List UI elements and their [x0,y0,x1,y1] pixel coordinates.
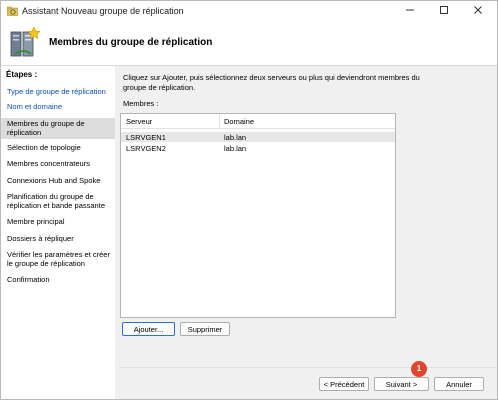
step-replication-type[interactable]: Type de groupe de réplication [7,87,113,96]
step-badge: 1 [411,361,427,377]
close-button[interactable] [461,1,495,21]
next-button[interactable]: Suivant > [374,377,429,391]
maximize-button[interactable] [427,1,461,21]
step-review: Vérifier les paramètres et créer le grou… [7,250,110,268]
title-bar: Assistant Nouveau groupe de réplication [1,1,497,21]
footer-divider [119,367,497,368]
list-header: Serveur Domaine [121,114,395,129]
server-replication-icon [10,26,41,57]
step-hub-spoke: Connexions Hub and Spoke [7,176,101,185]
window-title: Assistant Nouveau groupe de réplication [22,6,184,16]
wizard-header: Membres du groupe de réplication [1,21,497,66]
column-server[interactable]: Serveur [126,117,152,126]
step-folders: Dossiers à répliquer [7,234,74,243]
cancel-button[interactable]: Annuler [434,377,484,391]
minimize-icon [406,9,414,11]
table-row[interactable]: LSRVGEN1 lab.lan [121,132,395,142]
previous-button[interactable]: < Précédent [319,377,369,391]
column-domain[interactable]: Domaine [224,117,254,126]
page-title: Membres du groupe de réplication [49,37,213,48]
column-separator[interactable] [219,114,220,128]
remove-button[interactable]: Supprimer [180,322,230,336]
step-members[interactable]: Membres du groupe de réplication [1,118,115,139]
step-schedule-bandwidth: Planification du groupe de réplication e… [7,192,105,210]
instruction-text: Cliquez sur Ajouter, puis sélectionnez d… [123,73,420,92]
step-name-domain[interactable]: Nom et domaine [7,102,113,111]
step-hub-members: Membres concentrateurs [7,159,90,168]
members-list[interactable]: Serveur Domaine LSRVGEN1 lab.lan LSRVGEN… [120,113,396,318]
maximize-icon [440,6,448,15]
add-button[interactable]: Ajouter... [122,322,175,336]
step-primary-member: Membre principal [7,217,65,226]
close-icon [474,6,482,15]
steps-heading: Étapes : [6,70,38,79]
row-server: LSRVGEN1 [126,133,166,142]
step-topology: Sélection de topologie [7,143,81,152]
row-domain: lab.lan [224,144,247,153]
replication-folder-icon [7,6,18,16]
row-server: LSRVGEN2 [126,144,166,153]
row-domain: lab.lan [224,133,247,142]
steps-pane: Étapes : Type de groupe de réplication N… [1,66,115,399]
step-confirmation: Confirmation [7,275,50,284]
members-label: Membres : [123,99,159,108]
table-row[interactable]: LSRVGEN2 lab.lan [121,143,395,153]
wizard-window: Assistant Nouveau groupe de réplication … [0,0,498,400]
minimize-button[interactable] [393,1,427,21]
